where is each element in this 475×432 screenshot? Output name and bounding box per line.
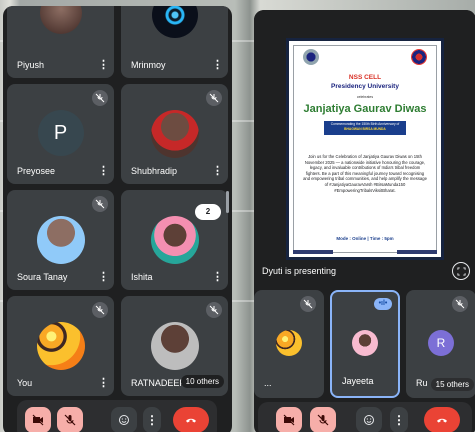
poster-footer-art bbox=[397, 250, 437, 254]
end-call-button[interactable] bbox=[424, 407, 460, 432]
participant-name: Piyush bbox=[17, 60, 45, 70]
participant-tile[interactable]: RATNADEEP 10 others bbox=[121, 296, 228, 396]
more-options-icon[interactable]: ⋮ bbox=[212, 164, 223, 178]
fullscreen-icon bbox=[456, 266, 466, 276]
reactions-button[interactable] bbox=[356, 407, 382, 432]
participant-name: Ishita bbox=[131, 272, 153, 282]
speaking-indicator-icon: •ıl• bbox=[374, 298, 392, 310]
avatar-initial: P bbox=[53, 121, 68, 144]
camera-off-icon bbox=[283, 414, 295, 426]
avatar bbox=[36, 322, 85, 370]
avatar: R bbox=[428, 330, 454, 356]
participant-name: Shubhradip bbox=[131, 166, 178, 176]
more-vert-icon: ⋮ bbox=[146, 413, 158, 427]
participant-tile[interactable]: R Ru 15 others bbox=[406, 290, 475, 398]
more-options-button[interactable]: ⋮ bbox=[143, 407, 161, 432]
participant-name: You bbox=[17, 378, 33, 388]
avatar bbox=[276, 330, 302, 356]
participant-name: Preyosee bbox=[17, 166, 56, 176]
participant-tile-active-speaker[interactable]: •ıl• Jayeeta bbox=[330, 290, 400, 398]
camera-off-button[interactable] bbox=[25, 407, 51, 432]
camera-off-icon bbox=[32, 414, 44, 426]
avatar bbox=[151, 6, 198, 38]
participant-tile-self[interactable]: You ⋮ bbox=[7, 296, 114, 396]
avatar bbox=[150, 216, 199, 264]
mic-off-icon bbox=[92, 196, 108, 212]
participant-name: Mrinmoy bbox=[131, 60, 166, 70]
presenting-label: Dyuti is presenting bbox=[262, 266, 337, 276]
poster-banner: Commemorating the 150th Birth Anniversar… bbox=[324, 121, 406, 135]
avatar-initial: R bbox=[436, 336, 446, 350]
shared-poster: NSS CELL Presidency University celebrate… bbox=[286, 38, 444, 260]
poster-university: Presidency University bbox=[331, 83, 399, 90]
participant-name: Jayeeta bbox=[342, 376, 374, 386]
more-options-icon[interactable]: ⋮ bbox=[98, 270, 109, 284]
scrollbar[interactable] bbox=[226, 191, 229, 213]
mic-off-icon bbox=[452, 296, 468, 312]
avatar: P bbox=[37, 110, 84, 156]
poster-body: Join us for the Celebration of Janjatiya… bbox=[303, 154, 427, 193]
participant-tile[interactable]: Soura Tanay ⋮ bbox=[7, 190, 114, 290]
end-call-button[interactable] bbox=[173, 407, 209, 432]
poster-mode-time: Mode : Online | Time : 5pm bbox=[336, 236, 394, 241]
others-count-chip[interactable]: 15 others bbox=[430, 378, 474, 391]
mic-off-icon bbox=[92, 302, 108, 318]
participant-tile[interactable]: ... bbox=[254, 290, 324, 398]
university-logo bbox=[303, 49, 319, 65]
participant-name: Ru bbox=[416, 378, 428, 388]
more-options-icon[interactable]: ⋮ bbox=[98, 164, 109, 178]
reactions-button[interactable] bbox=[111, 407, 137, 432]
mic-off-button[interactable] bbox=[310, 407, 336, 432]
emoji-icon bbox=[119, 415, 129, 425]
more-options-icon[interactable]: ⋮ bbox=[98, 376, 109, 390]
mic-off-icon bbox=[317, 414, 329, 426]
left-meet-screen: Piyush ⋮ Mrinmoy ⋮ P Preyosee ⋮ Shubhrad… bbox=[3, 6, 232, 432]
camera-off-button[interactable] bbox=[276, 407, 302, 432]
mic-off-icon bbox=[206, 302, 222, 318]
participant-tile[interactable]: Shubhradip ⋮ bbox=[121, 84, 228, 184]
right-meet-screen: NSS CELL Presidency University celebrate… bbox=[254, 10, 475, 432]
more-vert-icon: ⋮ bbox=[393, 413, 405, 427]
more-options-icon[interactable]: ⋮ bbox=[212, 270, 223, 284]
presentation-area: NSS CELL Presidency University celebrate… bbox=[254, 10, 475, 286]
nss-logo bbox=[411, 49, 427, 65]
mic-off-icon bbox=[300, 296, 316, 312]
chat-count-badge[interactable]: 2 bbox=[195, 204, 221, 220]
poster-title: Janjatiya Gaurav Diwas bbox=[303, 103, 427, 115]
mic-off-button[interactable] bbox=[57, 407, 83, 432]
control-bar: ⋮ bbox=[258, 402, 472, 432]
more-options-icon[interactable]: ⋮ bbox=[98, 58, 109, 72]
emoji-icon bbox=[364, 415, 374, 425]
participant-name: ... bbox=[264, 378, 272, 388]
poster-footer-art bbox=[293, 250, 333, 254]
more-options-icon[interactable]: ⋮ bbox=[212, 58, 223, 72]
mic-off-icon bbox=[206, 90, 222, 106]
participant-tile[interactable]: Piyush ⋮ bbox=[7, 6, 114, 78]
control-bar: ⋮ bbox=[17, 400, 217, 432]
others-count-chip[interactable]: 10 others bbox=[180, 375, 224, 388]
mic-off-icon bbox=[64, 414, 76, 426]
hang-up-icon bbox=[437, 418, 447, 423]
mic-off-icon bbox=[92, 90, 108, 106]
participant-name: RATNADEEP bbox=[131, 378, 186, 388]
poster-banner-line2: BHAGWAN BIRSA MUNDA bbox=[344, 126, 386, 131]
participant-tile[interactable]: P Preyosee ⋮ bbox=[7, 84, 114, 184]
participant-name: Soura Tanay bbox=[17, 272, 68, 282]
avatar bbox=[39, 6, 82, 34]
avatar bbox=[352, 330, 378, 356]
more-options-button[interactable]: ⋮ bbox=[390, 407, 408, 432]
avatar bbox=[36, 216, 85, 264]
hang-up-icon bbox=[186, 418, 196, 423]
avatar bbox=[150, 110, 199, 158]
avatar bbox=[150, 322, 199, 370]
poster-celebrates: celebrates bbox=[356, 95, 374, 99]
participant-tile[interactable]: Mrinmoy ⋮ bbox=[121, 6, 228, 78]
poster-org: NSS CELL bbox=[348, 74, 382, 81]
fullscreen-button[interactable] bbox=[452, 262, 470, 280]
